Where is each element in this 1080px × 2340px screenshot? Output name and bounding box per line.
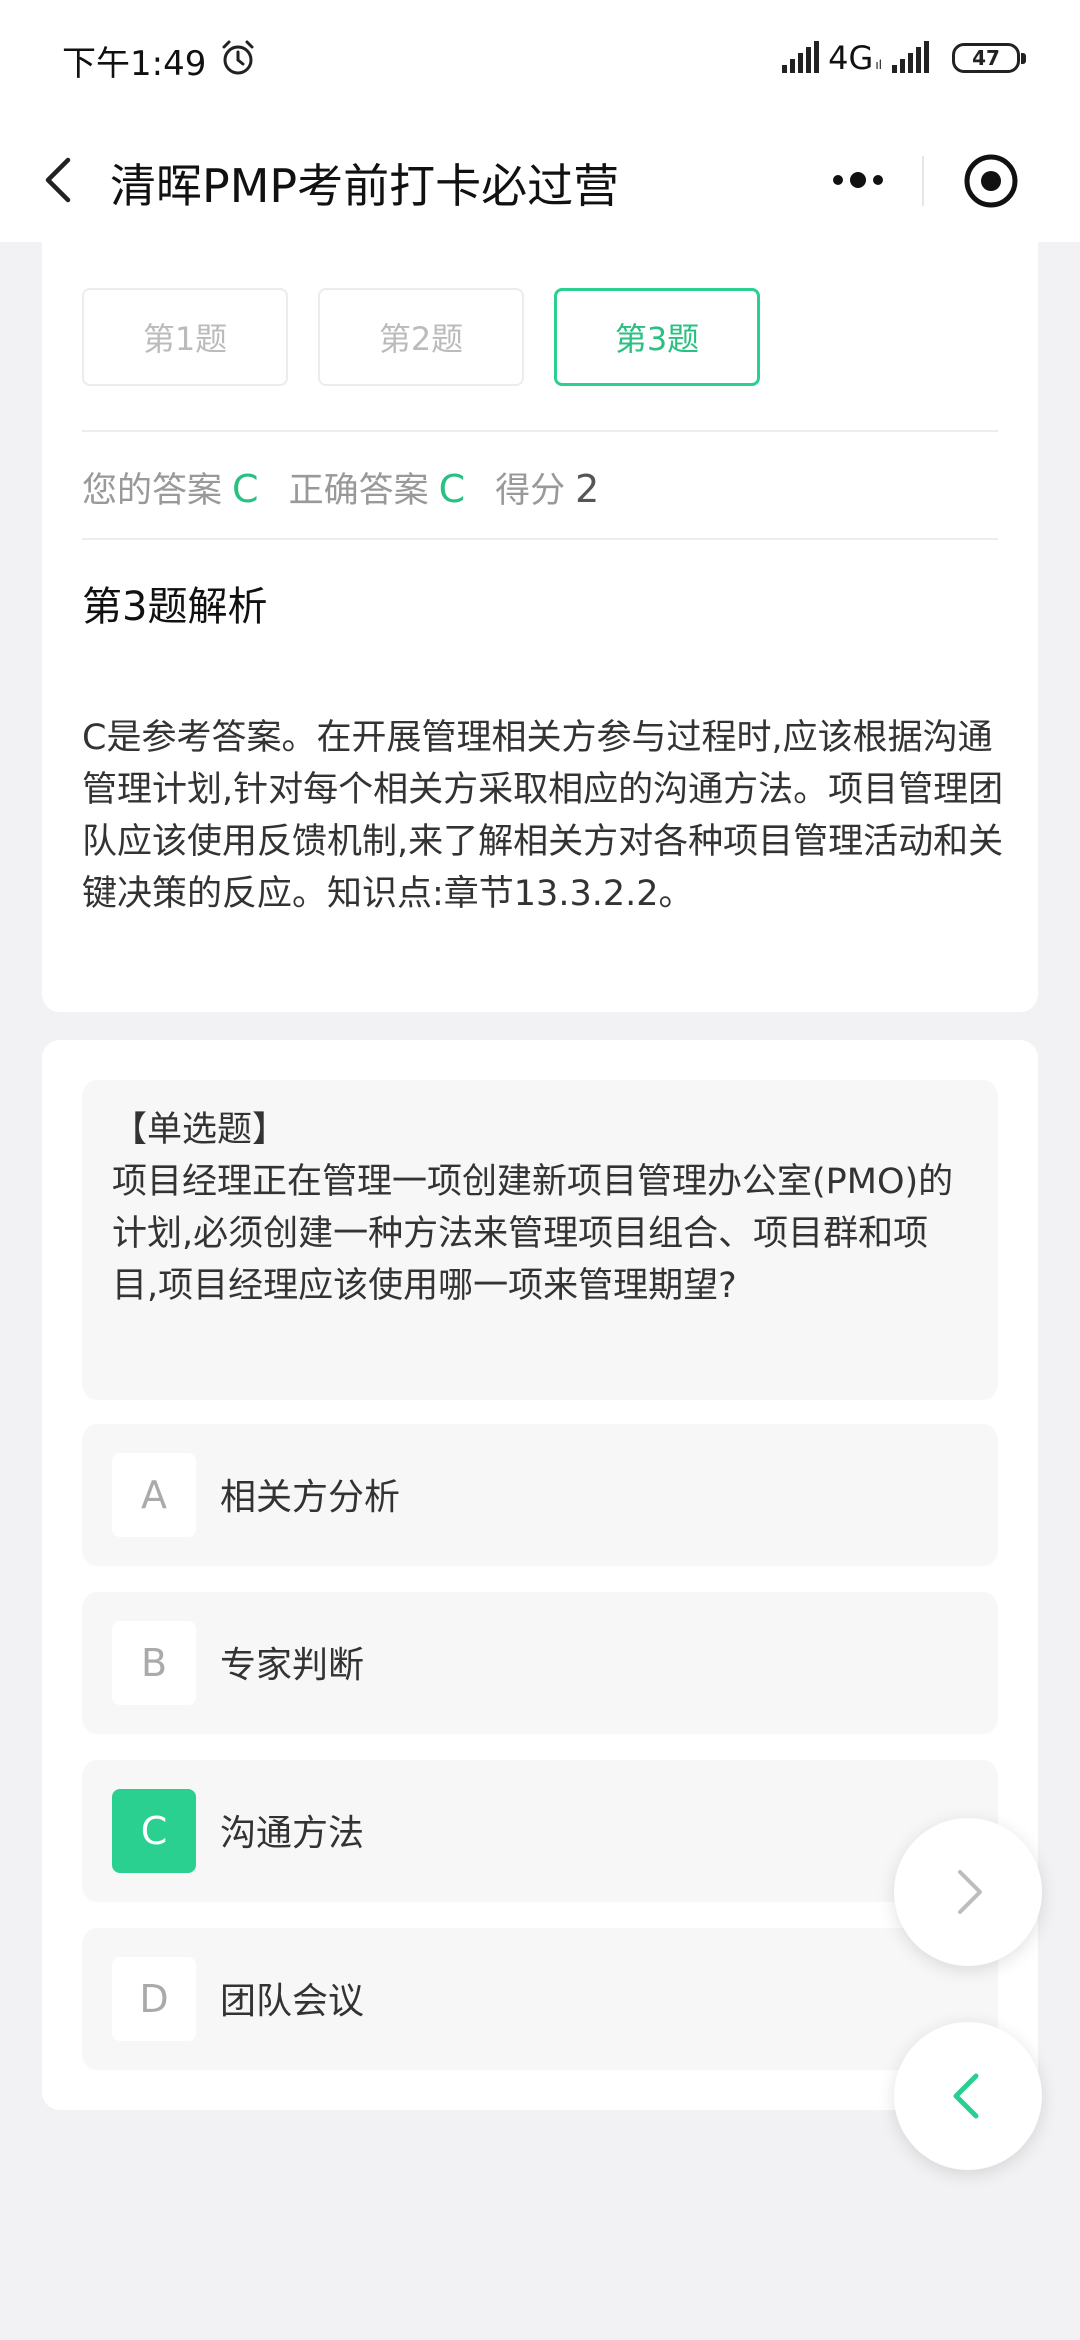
next-icon [958, 1870, 982, 1914]
network-type: 4G ıl [828, 39, 882, 77]
score-value: 2 [575, 467, 600, 511]
nav-bar: 清晖PMP考前打卡必过营 [0, 120, 1080, 242]
tab-question-1[interactable]: 第1题 [82, 288, 288, 386]
answer-summary: 您的答案 C 正确答案 C 得分 2 [82, 462, 599, 513]
battery-level: 47 [972, 46, 1000, 70]
divider [82, 430, 998, 432]
back-icon[interactable] [28, 148, 92, 212]
your-answer-value: C [232, 467, 259, 511]
option-a[interactable]: A 相关方分析 [82, 1424, 998, 1566]
status-bar: 下午1:49 4G ıl 47 [0, 0, 1080, 120]
option-letter: A [112, 1453, 196, 1537]
question-tabs: 第1题 第2题 第3题 [82, 288, 760, 386]
previous-question-button[interactable] [894, 2022, 1042, 2170]
option-b[interactable]: B 专家判断 [82, 1592, 998, 1734]
question-text: 项目经理正在管理一项创建新项目管理办公室(PMO)的计划,必须创建一种方法来管理… [112, 1162, 954, 1306]
option-text: 专家判断 [220, 1645, 365, 1686]
signal-icon [892, 41, 929, 73]
tab-question-2[interactable]: 第2题 [318, 288, 524, 386]
option-text: 团队会议 [220, 1981, 365, 2022]
nav-divider [922, 156, 924, 206]
option-text: 沟通方法 [220, 1813, 365, 1854]
divider [82, 538, 998, 540]
correct-answer-label: 正确答案 [288, 471, 429, 511]
battery-icon: 47 [952, 43, 1026, 73]
more-icon[interactable] [826, 154, 890, 206]
question-card: 【单选题】 项目经理正在管理一项创建新项目管理办公室(PMO)的计划,必须创建一… [42, 1040, 1038, 2110]
page-title: 清晖PMP考前打卡必过营 [110, 159, 620, 213]
tab-question-3[interactable]: 第3题 [554, 288, 760, 386]
target-icon[interactable] [958, 148, 1024, 214]
option-d[interactable]: D 团队会议 [82, 1928, 998, 2070]
analysis-title: 第3题解析 [82, 584, 268, 630]
analysis-body: C是参考答案。在开展管理相关方参与过程时,应该根据沟通管理计划,针对每个相关方采… [82, 718, 1004, 914]
previous-icon [953, 2073, 979, 2119]
status-time: 下午1:49 [62, 44, 207, 84]
option-letter-selected: C [112, 1789, 196, 1873]
signal-icon [782, 41, 820, 73]
analysis-card: 第1题 第2题 第3题 您的答案 C 正确答案 C 得分 2 第3题解析 C是参… [42, 242, 1038, 1012]
option-letter: B [112, 1621, 196, 1705]
option-c[interactable]: C 沟通方法 [82, 1760, 998, 1902]
correct-answer-value: C [438, 467, 466, 511]
next-question-button[interactable] [894, 1818, 1042, 1966]
your-answer-label: 您的答案 [82, 471, 223, 511]
status-indicators: 4G ıl 47 [780, 36, 1026, 80]
option-letter: D [112, 1957, 196, 2041]
alarm-icon [222, 40, 254, 75]
option-text: 相关方分析 [220, 1477, 401, 1518]
question-box: 【单选题】 项目经理正在管理一项创建新项目管理办公室(PMO)的计划,必须创建一… [82, 1080, 998, 1400]
question-type: 【单选题】 [112, 1110, 288, 1150]
score-label: 得分 [495, 471, 566, 511]
